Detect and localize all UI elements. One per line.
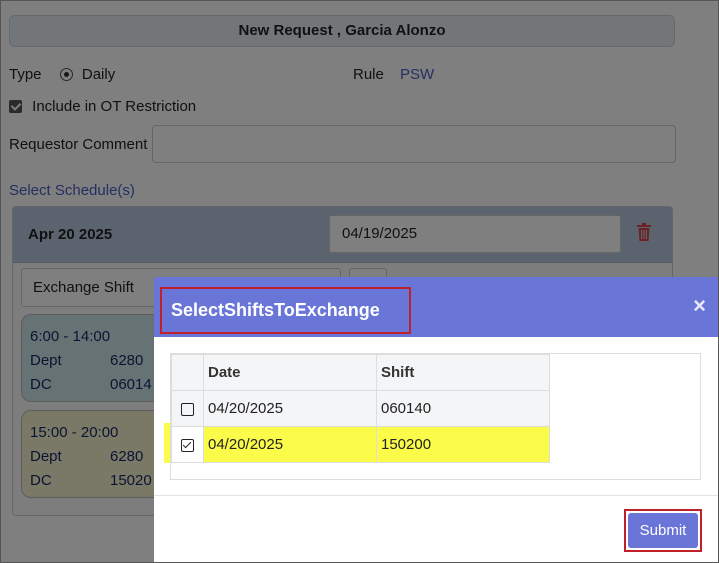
table-row[interactable]: 04/20/2025 150200 — [171, 426, 550, 463]
row-select-cell — [171, 390, 204, 427]
row-date: 04/20/2025 — [203, 390, 377, 427]
date-column-header: Date — [203, 354, 377, 391]
table-row[interactable]: 04/20/2025 060140 — [171, 390, 550, 427]
shifts-table-container: Date Shift 04/20/2025 060140 04/20/2025 … — [170, 353, 701, 480]
close-icon[interactable]: × — [693, 293, 706, 319]
shifts-table: Date Shift 04/20/2025 060140 04/20/2025 … — [171, 354, 550, 463]
shift-column-header: Shift — [376, 354, 550, 391]
row-checkbox[interactable] — [181, 438, 194, 452]
table-header-row: Date Shift — [171, 354, 550, 391]
row-shift: 150200 — [376, 426, 550, 463]
row-date: 04/20/2025 — [203, 426, 377, 463]
modal-header: SelectShiftsToExchange × — [154, 277, 718, 337]
submit-annotation: Submit — [624, 509, 702, 552]
modal-title: SelectShiftsToExchange — [160, 287, 411, 334]
select-shifts-modal: SelectShiftsToExchange × Date Shift 04/2… — [154, 277, 718, 562]
window-frame: New Request , Garcia Alonzo Type Daily R… — [0, 0, 719, 563]
submit-button[interactable]: Submit — [628, 513, 698, 548]
row-select-cell — [171, 426, 204, 463]
select-column-header — [171, 354, 204, 391]
row-checkbox[interactable] — [181, 402, 194, 416]
row-shift: 060140 — [376, 390, 550, 427]
modal-footer-divider — [154, 495, 718, 496]
